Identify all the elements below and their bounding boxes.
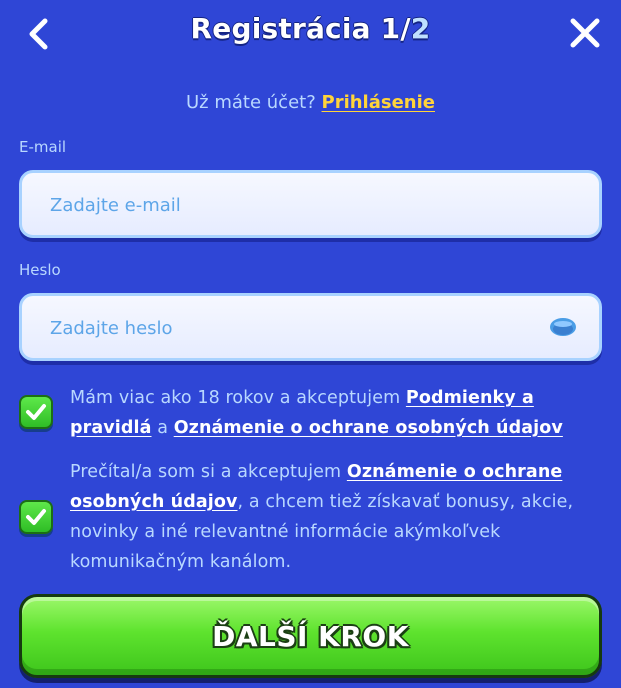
consent-age-text: Mám viac ako 18 rokov a akceptujem Podmi…: [70, 383, 606, 443]
close-icon: [570, 18, 600, 48]
email-field[interactable]: [48, 173, 532, 237]
page-title-total: 2: [410, 12, 431, 45]
next-step-button[interactable]: ĎALŠÍ KROK: [19, 594, 602, 678]
consent-age-text-start: Mám viac ako 18 rokov a akceptujem: [70, 388, 401, 408]
consent-marketing-text: Prečítal/a som si a akceptujem Oznámenie…: [70, 457, 606, 577]
checkmark-icon: [26, 404, 46, 420]
eye-icon: [550, 318, 576, 336]
password-label: Heslo: [19, 261, 61, 279]
next-step-label: ĎALŠÍ KROK: [212, 619, 409, 653]
consent-marketing-text-start: Prečítal/a som si a akceptujem: [70, 462, 342, 482]
email-field-box[interactable]: [19, 170, 602, 238]
show-password-toggle[interactable]: [549, 317, 577, 337]
login-prompt-text: Už máte účet?: [186, 92, 316, 113]
page-title: Registrácia 1/2: [0, 12, 621, 45]
close-button[interactable]: [565, 13, 605, 53]
consent-age-checkbox[interactable]: [19, 395, 53, 429]
consent-age-text-mid: a: [157, 418, 169, 438]
page-title-step: Registrácia 1/: [190, 12, 411, 45]
consent-marketing-checkbox[interactable]: [19, 500, 53, 534]
login-prompt: Už máte účet? Prihlásenie: [0, 92, 621, 113]
password-field[interactable]: [48, 296, 532, 360]
header-bar: Registrácia 1/2: [0, 0, 621, 66]
login-link[interactable]: Prihlásenie: [322, 92, 435, 113]
checkmark-icon: [26, 509, 46, 525]
password-field-box[interactable]: [19, 293, 602, 361]
privacy-notice-link[interactable]: Oznámenie o ochrane osobných údajov: [174, 418, 563, 438]
email-label: E-mail: [19, 138, 67, 156]
